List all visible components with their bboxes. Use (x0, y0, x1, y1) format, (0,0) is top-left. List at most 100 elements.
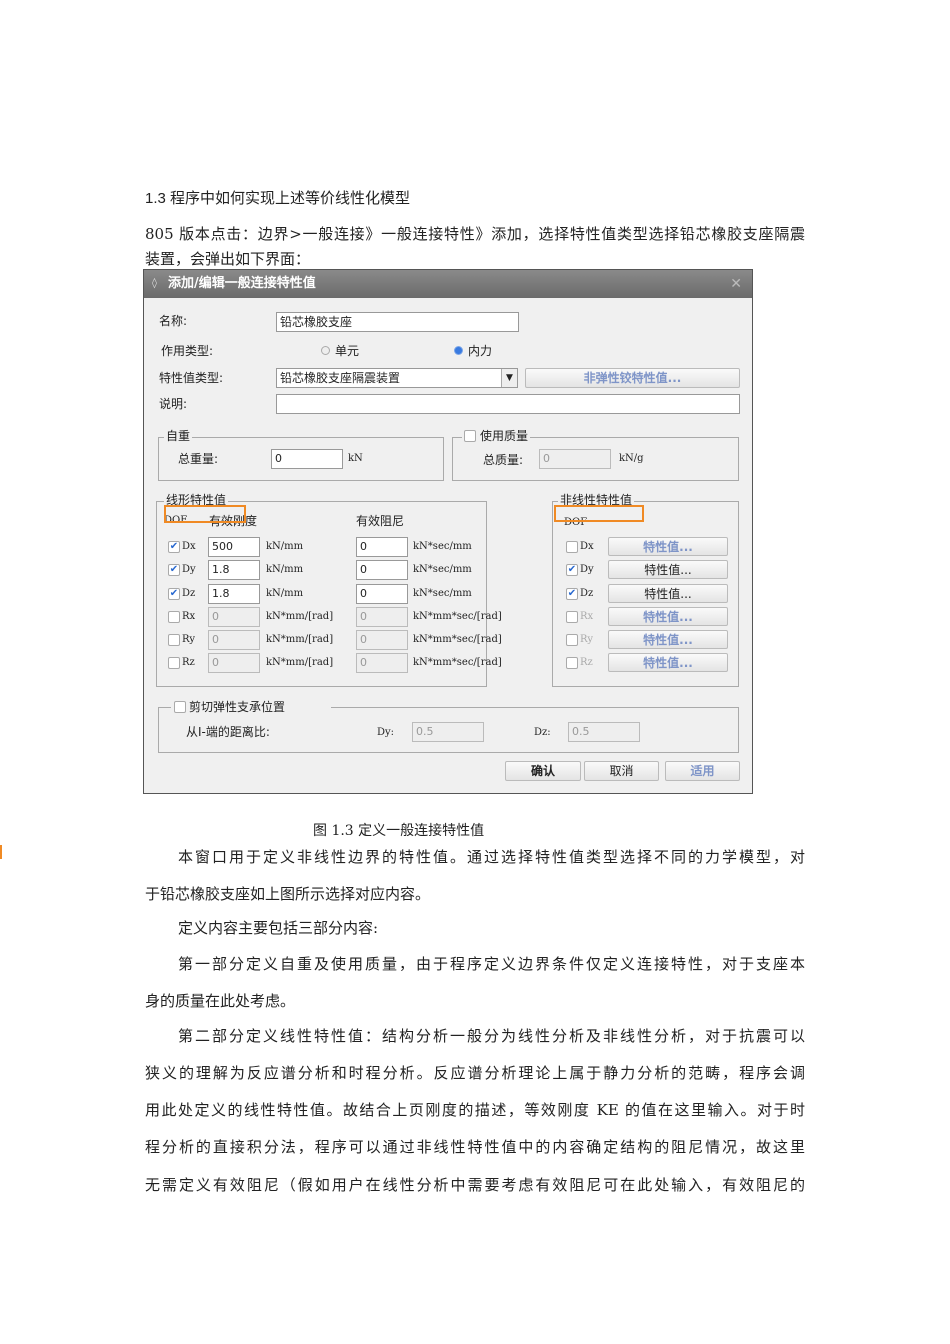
nonlinear-properties-button[interactable]: 特性值... (608, 537, 728, 556)
linear-dx-checkbox[interactable]: ✔ (168, 541, 180, 553)
dz-label: Dz: (534, 727, 551, 738)
linear-dof-label: Dx (182, 541, 196, 552)
body-line: 定义内容主要包括三部分内容: (178, 919, 379, 937)
section-heading: 1.3 程序中如何实现上述等价线性化模型 (145, 190, 411, 207)
stiffness-input[interactable]: 1.8 (208, 584, 260, 604)
total-mass-input[interactable]: 0 (539, 449, 611, 469)
dy-ratio-input[interactable]: 0.5 (412, 722, 484, 742)
intro-line: 装置，会弹出如下界面： (145, 250, 311, 268)
nonlinear-dof-label: Rz (580, 657, 593, 668)
dialog-title: 添加/编辑一般连接特性值 (168, 276, 316, 291)
property-type-label: 特性值类型: (159, 371, 224, 385)
body-line: 狭义的理解为反应谱分析和时程分析。反应谱分析理论上属于静力分析的范畴，程序会调 (145, 1064, 805, 1082)
total-mass-label: 总质量: (483, 453, 524, 467)
body-line: 程分析的直接积分法，程序可以通过非线性特性值中的内容确定结构的阻尼情况，故这里 (145, 1138, 805, 1156)
apply-button[interactable]: 适用 (665, 761, 740, 781)
radio-internal-force[interactable] (454, 346, 463, 355)
linear-dof-label: Rz (182, 657, 195, 668)
general-link-property-dialog: ◊ 添加/编辑一般连接特性值 ✕ 名称: 铅芯橡胶支座 作用类型: 单元 内力 … (143, 269, 753, 794)
intro-line: 805 版本点击：边界>一般连接》一般连接特性》添加，选择特性值类型选择铅芯橡胶… (145, 225, 805, 243)
highlight-box (164, 505, 246, 523)
close-icon[interactable]: ✕ (730, 270, 742, 298)
body-line: 第一部分定义自重及使用质量，由于程序定义边界条件仅定义连接特性，对于支座本 (178, 955, 805, 973)
linear-rx-checkbox[interactable] (168, 611, 180, 623)
linear-dz-checkbox[interactable]: ✔ (168, 588, 180, 600)
stiffness-input[interactable]: 0 (208, 607, 260, 627)
nonlinear-properties-button[interactable]: 特性值... (608, 630, 728, 649)
body-line: 身的质量在此处考虑。 (145, 992, 296, 1010)
linear-rz-checkbox[interactable] (168, 657, 180, 669)
dialog-titlebar[interactable]: ◊ 添加/编辑一般连接特性值 ✕ (144, 270, 752, 298)
highlight-box (554, 505, 644, 522)
property-type-select[interactable]: 铅芯橡胶支座隔震装置 ▼ (276, 368, 518, 388)
radio-element[interactable] (321, 346, 330, 355)
document-page: 1.3 程序中如何实现上述等价线性化模型 805 版本点击：边界>一般连接》一般… (0, 0, 950, 1344)
cancel-button[interactable]: 取消 (584, 761, 659, 781)
damping-input[interactable]: 0 (356, 584, 408, 604)
damping-input[interactable]: 0 (356, 537, 408, 557)
nonlinear-dx-checkbox[interactable] (566, 541, 578, 553)
linear-dy-checkbox[interactable]: ✔ (168, 564, 180, 576)
nonlinear-dof-label: Ry (580, 634, 594, 645)
total-mass-unit: kN/g (619, 453, 644, 464)
property-type-value: 铅芯橡胶支座隔震装置 (280, 371, 401, 385)
nonlinear-ry-checkbox[interactable] (566, 634, 578, 646)
damping-unit: kN*sec/mm (413, 541, 472, 552)
damping-input[interactable]: 0 (356, 630, 408, 650)
self-weight-legend: 自重 (164, 429, 193, 443)
use-mass-label: 使用质量 (480, 429, 529, 443)
stiffness-input[interactable]: 0 (208, 630, 260, 650)
margin-marker (0, 845, 2, 859)
total-weight-label: 总重量: (178, 452, 219, 466)
stiffness-input[interactable]: 1.8 (208, 560, 260, 580)
damping-unit: kN*sec/mm (413, 588, 472, 599)
damping-unit: kN*mm*sec/[rad] (413, 657, 502, 668)
nonlinear-dof-label: Dx (580, 541, 594, 552)
damping-header: 有效阻尼 (356, 514, 405, 528)
damping-unit: kN*mm*sec/[rad] (413, 634, 502, 645)
ok-button[interactable]: 确认 (505, 761, 581, 781)
nonlinear-properties-button[interactable]: 特性值... (608, 653, 728, 672)
nonlinear-dof-label: Dz (580, 588, 594, 599)
nonlinear-rz-checkbox[interactable] (566, 657, 578, 669)
body-line: 本窗口用于定义非线性边界的特性值。通过选择特性值类型选择不同的力学模型，对 (178, 848, 805, 866)
shear-spring-legend: 剪切弹性支承位置 (171, 700, 331, 714)
nonlinear-properties-button[interactable]: 特性值... (608, 560, 728, 579)
stiffness-input[interactable]: 0 (208, 653, 260, 673)
damping-input[interactable]: 0 (356, 560, 408, 580)
damping-input[interactable]: 0 (356, 653, 408, 673)
radio-element-label: 单元 (335, 344, 360, 358)
total-weight-unit: kN (348, 453, 363, 464)
distance-ratio-label: 从I-端的距离比: (186, 725, 270, 739)
linear-ry-checkbox[interactable] (168, 634, 180, 646)
stiffness-unit: kN/mm (266, 541, 304, 552)
nonlinear-dz-checkbox[interactable]: ✔ (566, 588, 578, 600)
body-line: 用此处定义的线性特性值。故结合上页刚度的描述，等效刚度 KE 的值在这里输入。对… (145, 1101, 805, 1119)
name-input[interactable]: 铅芯橡胶支座 (276, 312, 519, 332)
linear-dof-label: Dz (182, 588, 196, 599)
dz-ratio-input[interactable]: 0.5 (568, 722, 640, 742)
body-line: 于铅芯橡胶支座如上图所示选择对应内容。 (145, 885, 431, 903)
name-label: 名称: (159, 314, 188, 328)
body-line: 无需定义有效阻尼（假如用户在线性分析中需要考虑有效阻尼可在此处输入，有效阻尼的 (145, 1176, 805, 1194)
total-weight-input[interactable]: 0 (271, 449, 343, 469)
nonlinear-rx-checkbox[interactable] (566, 611, 578, 623)
nonlinear-properties-button[interactable]: 特性值... (608, 607, 728, 626)
inelastic-hinge-button[interactable]: 非弹性铰特性值... (525, 368, 740, 388)
shear-spring-label: 剪切弹性支承位置 (189, 700, 286, 714)
damping-unit: kN*mm*sec/[rad] (413, 611, 502, 622)
use-mass-checkbox[interactable] (464, 430, 476, 442)
shear-spring-checkbox[interactable] (174, 701, 186, 713)
linear-dof-label: Ry (182, 634, 196, 645)
stiffness-input[interactable]: 500 (208, 537, 260, 557)
stiffness-unit: kN*mm/[rad] (266, 611, 334, 622)
radio-internal-force-label: 内力 (468, 344, 493, 358)
damping-input[interactable]: 0 (356, 607, 408, 627)
nonlinear-dof-label: Dy (580, 564, 594, 575)
chevron-down-icon[interactable]: ▼ (501, 369, 517, 387)
description-input[interactable] (276, 394, 740, 414)
nonlinear-properties-button[interactable]: 特性值... (608, 584, 728, 603)
nonlinear-dy-checkbox[interactable]: ✔ (566, 564, 578, 576)
figure-caption: 图 1.3 定义一般连接特性值 (313, 823, 485, 839)
damping-unit: kN*sec/mm (413, 564, 472, 575)
